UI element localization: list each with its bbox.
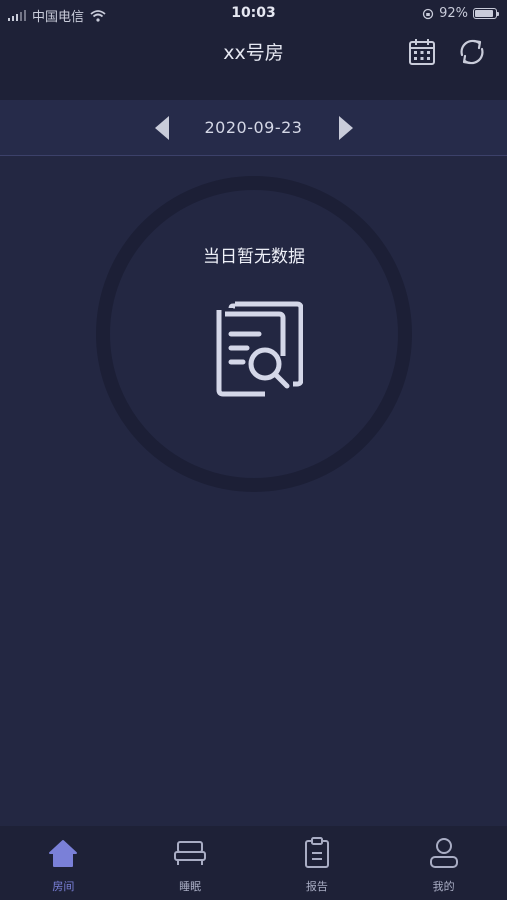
home-icon bbox=[46, 836, 80, 870]
refresh-icon bbox=[460, 39, 484, 65]
user-icon bbox=[427, 836, 461, 870]
tab-bar: 房间 睡眠 报告 我的 bbox=[0, 826, 507, 900]
tab-label: 我的 bbox=[432, 880, 455, 893]
calendar-icon bbox=[409, 39, 435, 65]
current-date: 2020-09-23 bbox=[204, 118, 303, 137]
empty-message: 当日暂无数据 bbox=[203, 247, 305, 267]
next-day-button[interactable] bbox=[334, 114, 358, 142]
empty-state-ring: 当日暂无数据 bbox=[96, 176, 412, 492]
tab-label: 睡眠 bbox=[179, 880, 202, 893]
tab-mine[interactable]: 我的 bbox=[380, 826, 507, 900]
room-page: 中国电信 10:03 92% xx号房 2020-09-23 当日暂无数据 房间… bbox=[0, 0, 507, 900]
date-navigation: 2020-09-23 bbox=[0, 100, 507, 156]
clipboard-icon bbox=[300, 836, 334, 870]
orientation-lock-icon bbox=[422, 8, 434, 19]
bed-icon bbox=[173, 836, 207, 870]
triangle-right-icon bbox=[339, 116, 353, 140]
calendar-button[interactable] bbox=[405, 35, 439, 69]
header: xx号房 bbox=[0, 28, 507, 100]
battery-percent: 92% bbox=[439, 6, 468, 21]
refresh-button[interactable] bbox=[455, 35, 489, 69]
battery-fill bbox=[475, 10, 494, 17]
tab-label: 报告 bbox=[305, 880, 328, 893]
tab-report[interactable]: 报告 bbox=[254, 826, 381, 900]
tab-room[interactable]: 房间 bbox=[0, 826, 127, 900]
battery-icon bbox=[473, 8, 499, 19]
document-search-icon bbox=[213, 300, 304, 404]
tab-label: 房间 bbox=[52, 880, 75, 893]
status-bar: 中国电信 10:03 92% bbox=[0, 0, 507, 28]
status-right: 92% bbox=[422, 6, 499, 21]
tab-sleep[interactable]: 睡眠 bbox=[127, 826, 254, 900]
